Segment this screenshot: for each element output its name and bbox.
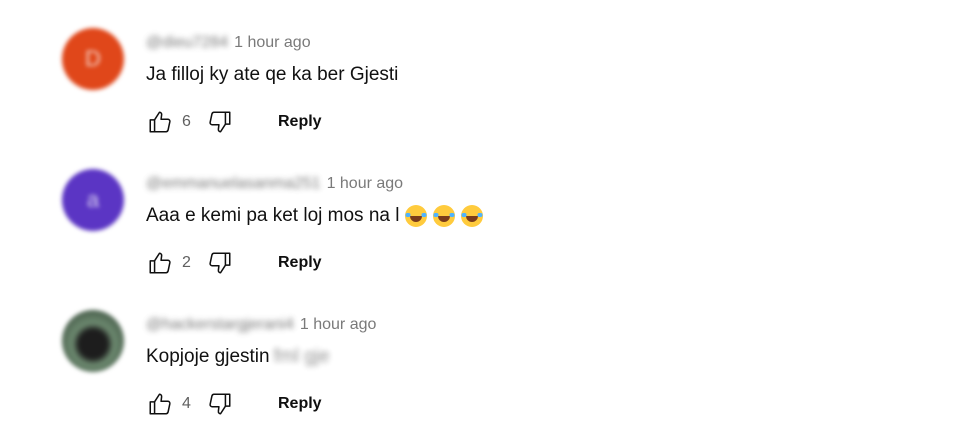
avatar-letter: a: [86, 187, 100, 212]
comment-item: a @emmanuelasanma251 1 hour ago Aaa e ke…: [62, 169, 942, 299]
comment-item: D @dieu7284 1 hour ago Ja filloj ky ate …: [62, 28, 942, 158]
comment-actions: 2 Reply: [146, 249, 322, 277]
comment-text-content: Ja filloj ky ate qe ka ber Gjesti: [146, 64, 399, 85]
author-handle[interactable]: @emmanuelasanma251: [146, 175, 321, 193]
tears-of-joy-emoji-icon: [433, 205, 456, 227]
like-count: 2: [182, 254, 191, 271]
like-button[interactable]: [146, 108, 174, 136]
author-handle[interactable]: @dieu7284: [146, 34, 228, 52]
like-count: 4: [182, 395, 191, 412]
author-handle[interactable]: @hackerstargjerani4: [146, 316, 294, 334]
comment-header: @emmanuelasanma251 1 hour ago: [146, 173, 403, 195]
thumb-up-icon: [149, 111, 171, 133]
comment-header: @dieu7284 1 hour ago: [146, 32, 311, 54]
avatar[interactable]: a: [62, 169, 124, 231]
comment-item: @hackerstargjerani4 1 hour ago Kopjoje g…: [62, 310, 942, 440]
comment-text-blurred: fml gje: [273, 346, 330, 367]
tears-of-joy-emoji-icon: [461, 205, 484, 227]
comment-text-content: Kopjoje gjestin: [146, 346, 270, 367]
avatar-letter: D: [85, 46, 101, 71]
reply-button[interactable]: Reply: [278, 254, 322, 272]
reply-button[interactable]: Reply: [278, 113, 322, 131]
comment-actions: 4 Reply: [146, 390, 322, 418]
comment-time[interactable]: 1 hour ago: [234, 34, 311, 52]
like-button[interactable]: [146, 249, 174, 277]
like-button[interactable]: [146, 390, 174, 418]
dislike-button[interactable]: [206, 249, 234, 277]
avatar[interactable]: [62, 310, 124, 372]
like-count: 6: [182, 113, 191, 130]
comment-actions: 6 Reply: [146, 108, 322, 136]
dislike-button[interactable]: [206, 390, 234, 418]
thumb-up-icon: [149, 252, 171, 274]
thumb-down-icon: [209, 252, 231, 274]
comment-time[interactable]: 1 hour ago: [300, 316, 377, 334]
comment-header: @hackerstargjerani4 1 hour ago: [146, 314, 376, 336]
thumb-up-icon: [149, 393, 171, 415]
avatar[interactable]: D: [62, 28, 124, 90]
comment-text-content: Aaa e kemi pa ket loj mos na l: [146, 205, 400, 226]
dislike-button[interactable]: [206, 108, 234, 136]
thumb-down-icon: [209, 393, 231, 415]
reply-button[interactable]: Reply: [278, 395, 322, 413]
comment-time[interactable]: 1 hour ago: [327, 175, 404, 193]
comment-text: Ja filloj ky ate qe ka ber Gjesti: [146, 64, 398, 86]
comment-text: Kopjoje gjestin fml gje: [146, 346, 330, 368]
tears-of-joy-emoji-icon: [405, 205, 428, 227]
comment-text: Aaa e kemi pa ket loj mos na l: [146, 205, 484, 227]
thumb-down-icon: [209, 111, 231, 133]
